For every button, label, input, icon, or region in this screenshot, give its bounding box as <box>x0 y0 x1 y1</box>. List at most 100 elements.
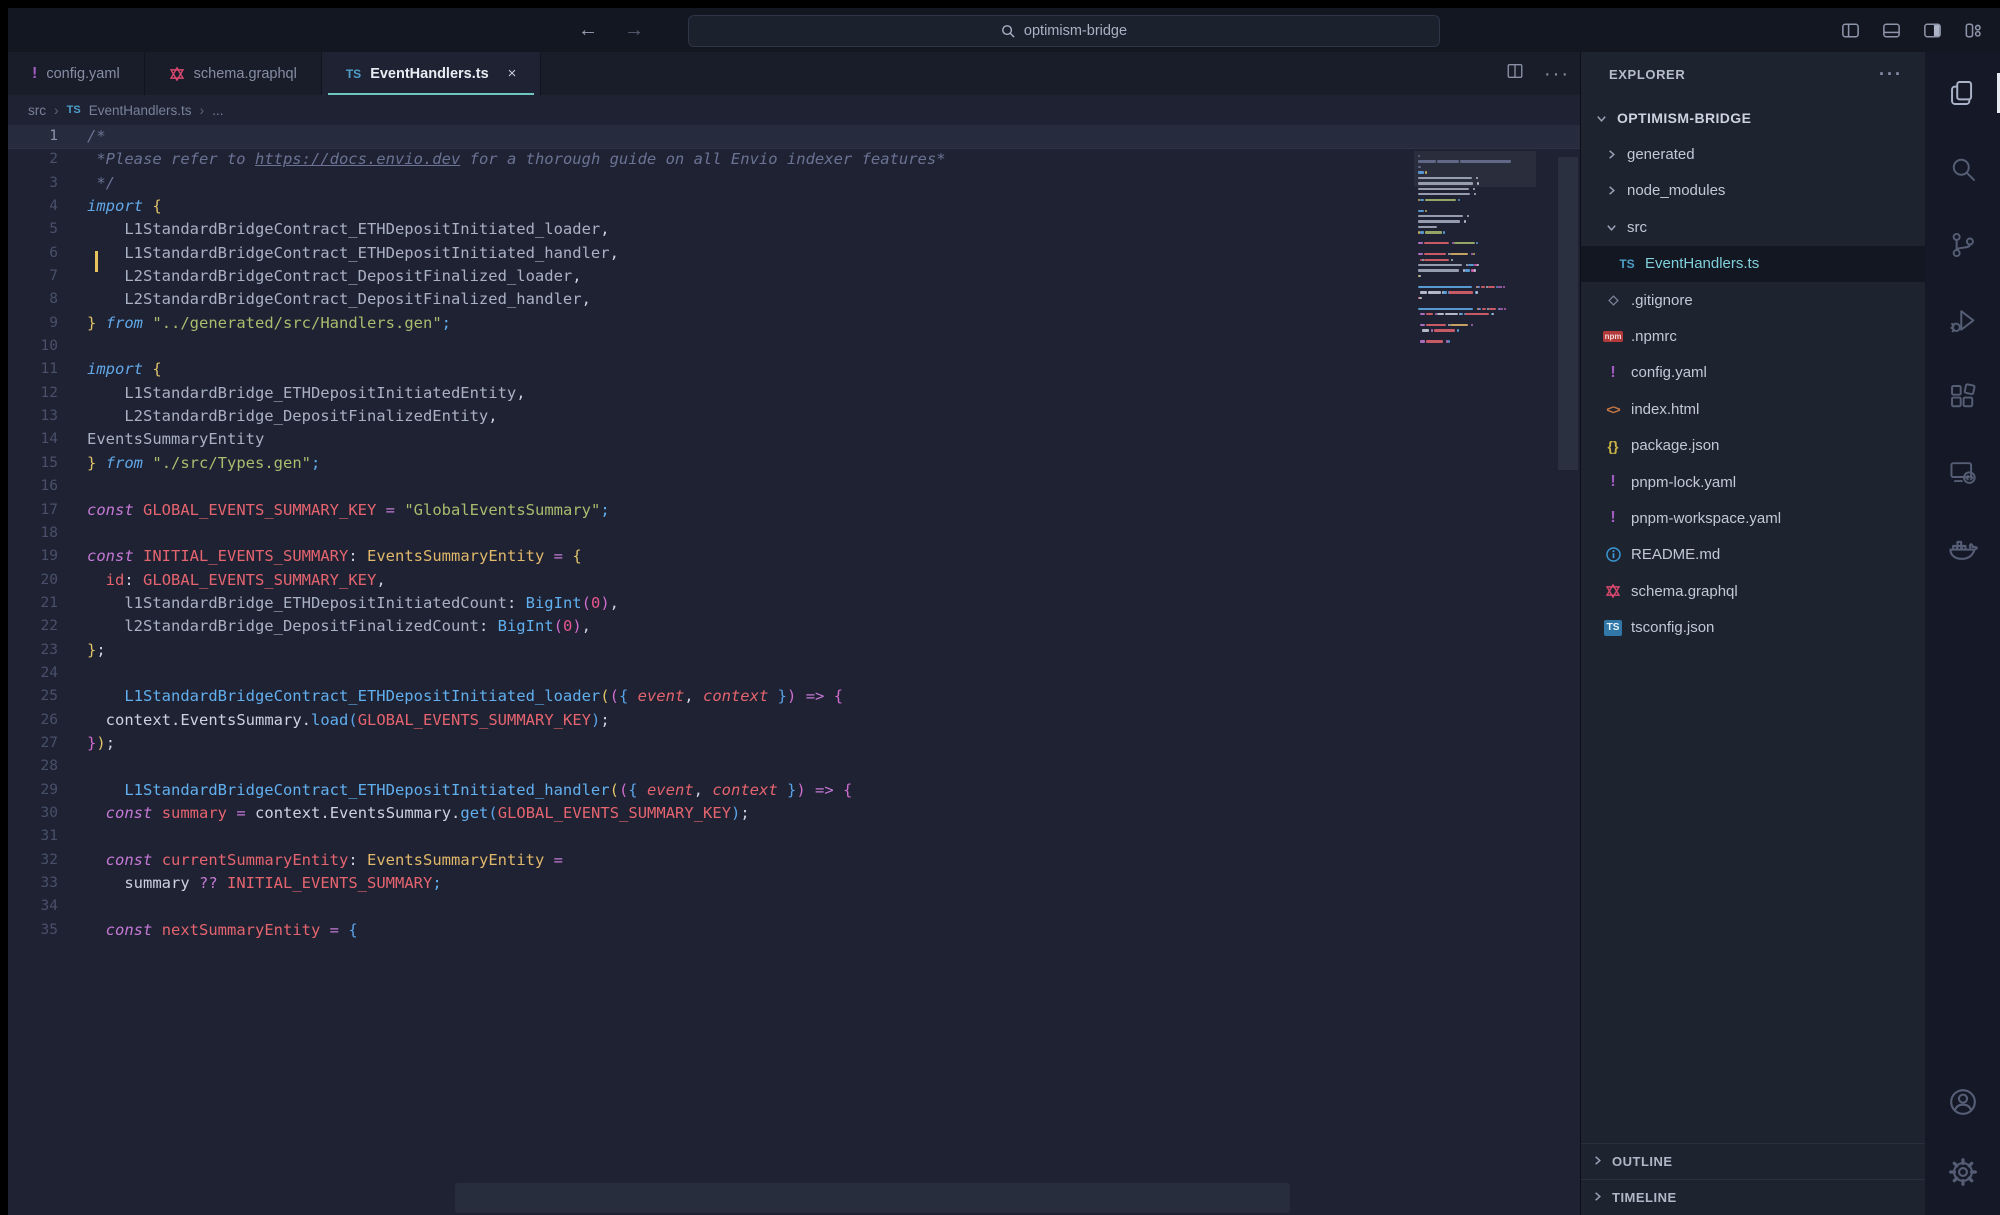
split-editor-icon[interactable] <box>1506 62 1524 85</box>
workspace-root[interactable]: OPTIMISM-BRIDGE <box>1581 100 1925 136</box>
code-line-1[interactable]: 1/* <box>8 125 1580 148</box>
code-line-23[interactable]: 23}; <box>8 639 1580 662</box>
close-tab-icon[interactable]: × <box>508 65 517 82</box>
chevron-right-icon <box>1603 148 1619 161</box>
breadcrumb-folder[interactable]: src <box>28 103 46 118</box>
code-line-19[interactable]: 19const INITIAL_EVENTS_SUMMARY: EventsSu… <box>8 545 1580 568</box>
code-line-14[interactable]: 14EventsSummaryEntity <box>8 428 1580 451</box>
line-number: 15 <box>8 452 58 475</box>
section-outline[interactable]: OUTLINE <box>1581 1143 1925 1179</box>
tree-item-README.md[interactable]: README.md <box>1581 537 1925 573</box>
code-line-3[interactable]: 3 */ <box>8 172 1580 195</box>
section-timeline[interactable]: TIMELINE <box>1581 1179 1925 1215</box>
code-line-21[interactable]: 21 l1StandardBridge_ETHDepositInitiatedC… <box>8 592 1580 615</box>
chevron-down-icon <box>1593 112 1609 125</box>
docker-icon[interactable] <box>1940 526 1986 572</box>
line-number: 30 <box>8 802 58 825</box>
source-control-icon[interactable] <box>1940 222 1986 268</box>
tree-item-node_modules[interactable]: node_modules <box>1581 173 1925 209</box>
code-line-35[interactable]: 35 const nextSummaryEntity = { <box>8 919 1580 942</box>
minimap[interactable] <box>1418 155 1532 355</box>
tree-item-pnpm-workspace.yaml[interactable]: !pnpm-workspace.yaml <box>1581 500 1925 536</box>
ts-file-icon: TS <box>1617 257 1637 271</box>
code-line-29[interactable]: 29 L1StandardBridgeContract_ETHDepositIn… <box>8 779 1580 802</box>
tab-config.yaml[interactable]: !config.yaml <box>8 52 145 95</box>
line-number: 28 <box>8 755 58 778</box>
extensions-icon[interactable] <box>1940 374 1986 420</box>
tree-item-tsconfig.json[interactable]: TStsconfig.json <box>1581 609 1925 645</box>
code-line-20[interactable]: 20 id: GLOBAL_EVENTS_SUMMARY_KEY, <box>8 569 1580 592</box>
account-icon[interactable] <box>1940 1079 1986 1125</box>
code-line-7[interactable]: 7 L2StandardBridgeContract_DepositFinali… <box>8 265 1580 288</box>
code-line-28[interactable]: 28 <box>8 755 1580 778</box>
code-line-30[interactable]: 30 const summary = context.EventsSummary… <box>8 802 1580 825</box>
line-number: 27 <box>8 732 58 755</box>
code-line-34[interactable]: 34 <box>8 895 1580 918</box>
tree-item-generated[interactable]: generated <box>1581 136 1925 172</box>
code-line-9[interactable]: 9} from "../generated/src/Handlers.gen"; <box>8 312 1580 335</box>
code-line-8[interactable]: 8 L2StandardBridgeContract_DepositFinali… <box>8 288 1580 311</box>
explorer-more-actions-icon[interactable]: ··· <box>1879 69 1903 79</box>
line-number: 8 <box>8 288 58 311</box>
explorer-icon[interactable] <box>1940 70 1986 116</box>
tab-schema.graphql[interactable]: schema.graphql <box>145 52 322 95</box>
explorer-title: EXPLORER <box>1609 67 1685 82</box>
breadcrumb-symbol[interactable]: ... <box>212 103 223 118</box>
layout-panel-icon[interactable] <box>1881 20 1902 41</box>
code-line-4[interactable]: 4import { <box>8 195 1580 218</box>
code-line-26[interactable]: 26 context.EventsSummary.load(GLOBAL_EVE… <box>8 709 1580 732</box>
command-center-search[interactable]: optimism-bridge <box>688 15 1440 47</box>
tree-item-pnpm-lock.yaml[interactable]: !pnpm-lock.yaml <box>1581 464 1925 500</box>
tab-EventHandlers.ts[interactable]: TSEventHandlers.ts× <box>322 52 542 95</box>
code-line-18[interactable]: 18 <box>8 522 1580 545</box>
code-line-16[interactable]: 16 <box>8 475 1580 498</box>
code-line-15[interactable]: 15} from "./src/Types.gen"; <box>8 452 1580 475</box>
chevron-right-icon <box>1603 184 1619 197</box>
tree-item-EventHandlers.ts[interactable]: TSEventHandlers.ts <box>1581 246 1925 282</box>
code-editor[interactable]: 1/*2 *Please refer to https://docs.envio… <box>8 125 1580 1215</box>
code-line-12[interactable]: 12 L1StandardBridge_ETHDepositInitiatedE… <box>8 382 1580 405</box>
code-line-24[interactable]: 24 <box>8 662 1580 685</box>
line-number: 12 <box>8 382 58 405</box>
layout-customize-icon[interactable] <box>1963 20 1984 41</box>
nav-forward-icon[interactable]: → <box>624 19 644 42</box>
breadcrumb-file[interactable]: EventHandlers.ts <box>89 103 192 118</box>
editor-more-actions-icon[interactable]: ··· <box>1544 69 1570 79</box>
line-number: 31 <box>8 825 58 848</box>
code-line-31[interactable]: 31 <box>8 825 1580 848</box>
code-line-27[interactable]: 27}); <box>8 732 1580 755</box>
code-line-5[interactable]: 5 L1StandardBridgeContract_ETHDepositIni… <box>8 218 1580 241</box>
tree-item-index.html[interactable]: <>index.html <box>1581 391 1925 427</box>
layout-sidebar-right-icon[interactable] <box>1922 20 1943 41</box>
code-line-11[interactable]: 11import { <box>8 358 1580 381</box>
tree-item-.npmrc[interactable]: npm.npmrc <box>1581 318 1925 354</box>
code-line-22[interactable]: 22 l2StandardBridge_DepositFinalizedCoun… <box>8 615 1580 638</box>
tree-item-.gitignore[interactable]: .gitignore <box>1581 282 1925 318</box>
code-line-33[interactable]: 33 summary ?? INITIAL_EVENTS_SUMMARY; <box>8 872 1580 895</box>
tree-item-schema.graphql[interactable]: schema.graphql <box>1581 573 1925 609</box>
breadcrumb[interactable]: src › TS EventHandlers.ts › ... <box>8 95 1580 125</box>
chevron-right-icon <box>1591 1154 1604 1170</box>
code-line-13[interactable]: 13 L2StandardBridge_DepositFinalizedEnti… <box>8 405 1580 428</box>
line-number: 34 <box>8 895 58 918</box>
nav-back-icon[interactable]: ← <box>578 19 598 42</box>
run-debug-icon[interactable] <box>1940 298 1986 344</box>
remote-explorer-icon[interactable] <box>1940 450 1986 496</box>
code-line-32[interactable]: 32 const currentSummaryEntity: EventsSum… <box>8 849 1580 872</box>
search-icon[interactable] <box>1940 146 1986 192</box>
code-line-10[interactable]: 10 <box>8 335 1580 358</box>
layout-sidebar-icon[interactable] <box>1840 20 1861 41</box>
line-number: 16 <box>8 475 58 498</box>
code-line-2[interactable]: 2 *Please refer to https://docs.envio.de… <box>8 148 1580 171</box>
line-number: 21 <box>8 592 58 615</box>
settings-icon[interactable] <box>1940 1149 1986 1195</box>
json-file-icon: {} <box>1603 438 1623 454</box>
tree-item-config.yaml[interactable]: !config.yaml <box>1581 355 1925 391</box>
tree-item-package.json[interactable]: {}package.json <box>1581 428 1925 464</box>
tree-item-src[interactable]: src <box>1581 209 1925 245</box>
code-line-6[interactable]: 6 L1StandardBridgeContract_ETHDepositIni… <box>8 242 1580 265</box>
horizontal-scrollbar[interactable] <box>455 1183 1290 1213</box>
vertical-scrollbar[interactable] <box>1558 157 1578 470</box>
code-line-25[interactable]: 25 L1StandardBridgeContract_ETHDepositIn… <box>8 685 1580 708</box>
code-line-17[interactable]: 17const GLOBAL_EVENTS_SUMMARY_KEY = "Glo… <box>8 499 1580 522</box>
